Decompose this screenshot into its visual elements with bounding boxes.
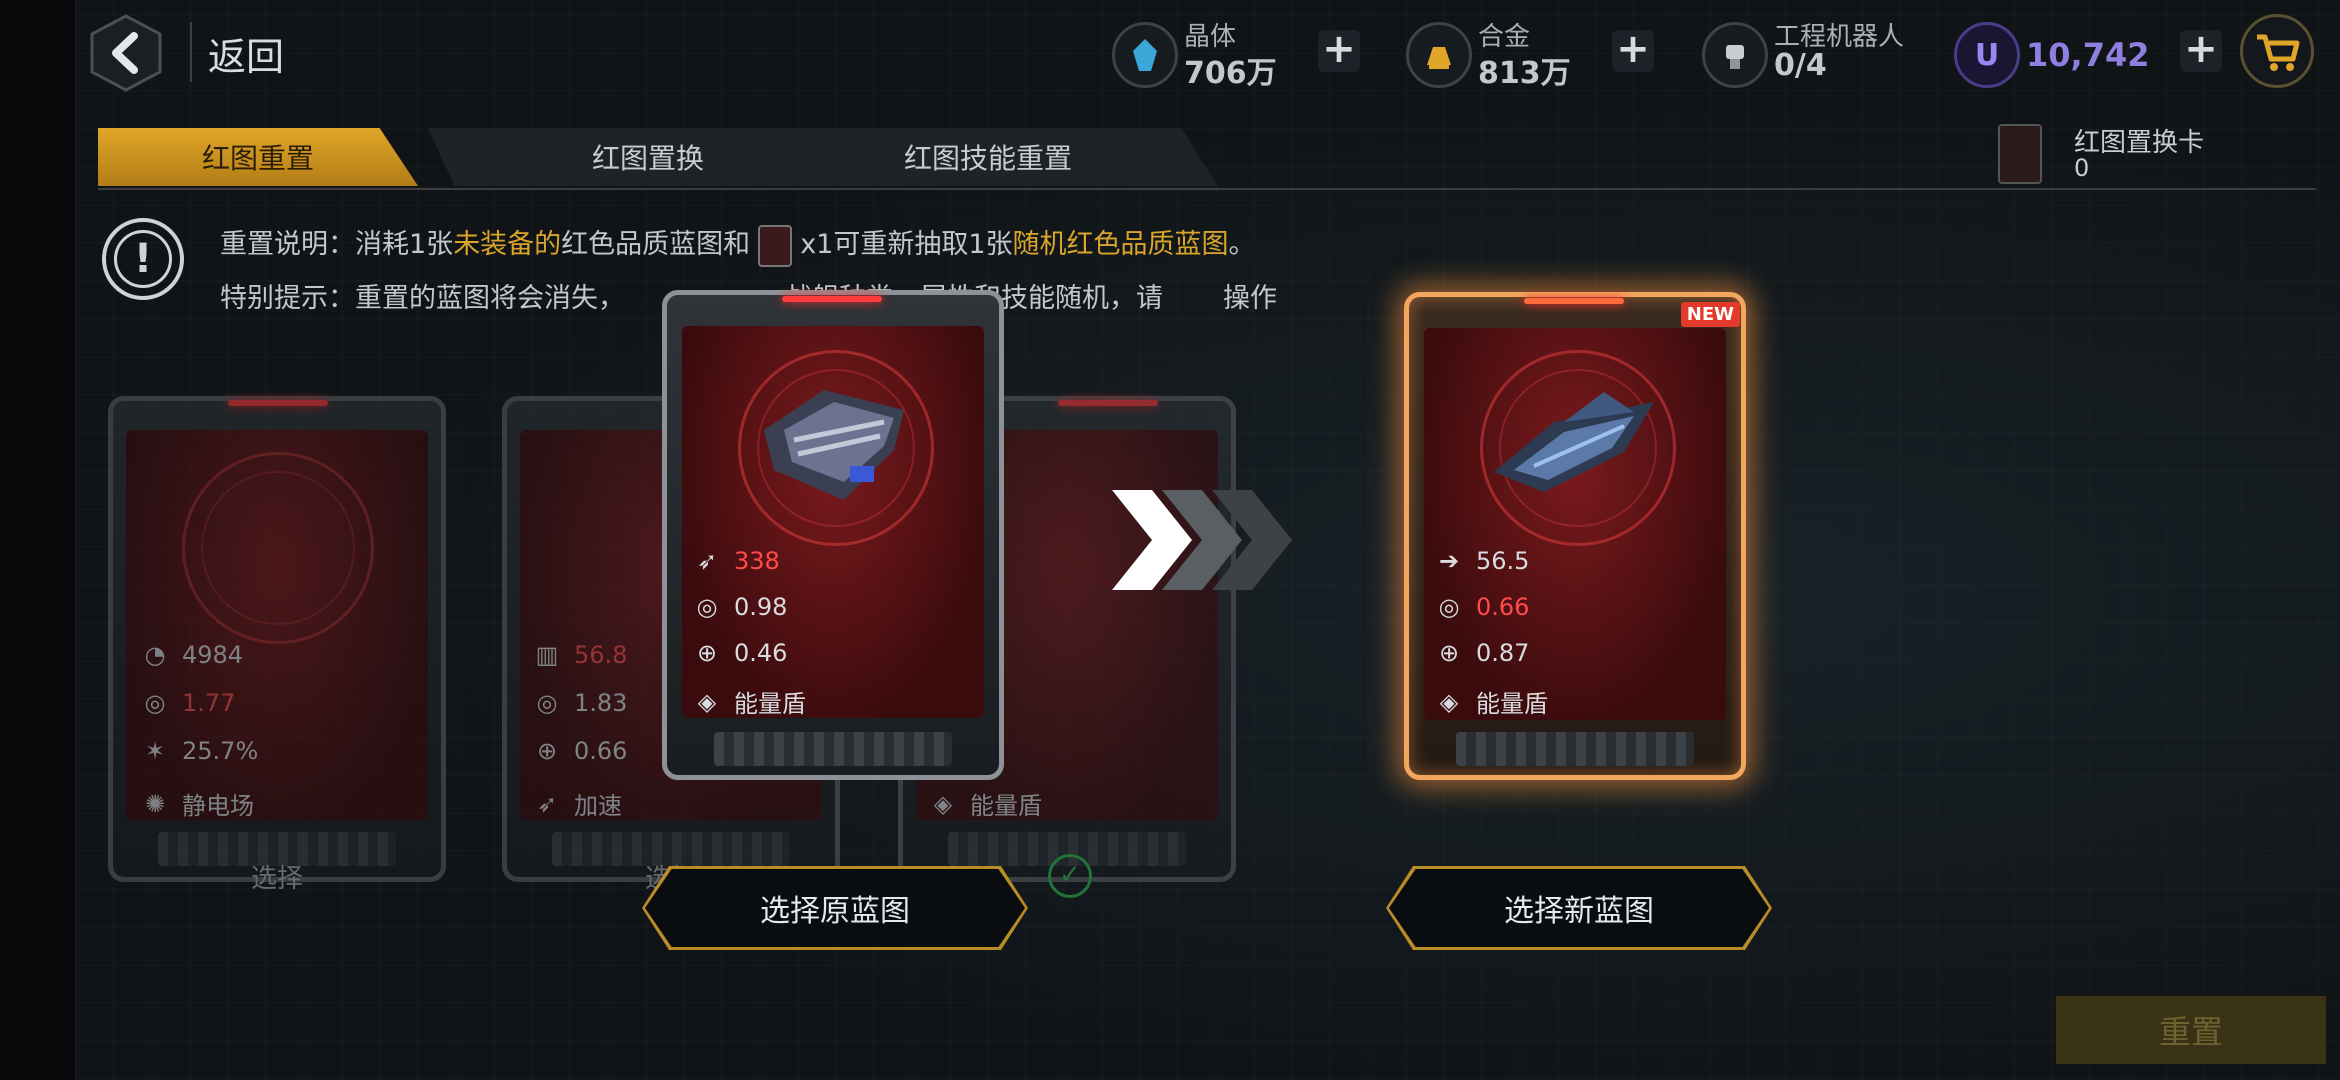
shop-cart-button[interactable] <box>2240 14 2314 88</box>
crystal-icon <box>1112 22 1178 88</box>
speed-arrow-icon: ➔ <box>1438 547 1460 575</box>
blueprint-card-bg-1[interactable]: ◔ 4984 ◎ 1.77 ✶ 25.7% ✺ 静电场 选择 <box>108 396 446 894</box>
original-blueprint-card[interactable]: ➶ 338 ◎ 0.98 ⊕ 0.46 ◈ 能量盾 <box>662 290 1004 780</box>
currency-value: 10,742 <box>2026 36 2150 74</box>
select-original-button[interactable]: 选择原蓝图 <box>642 866 1028 950</box>
back-arrow-icon <box>90 14 162 92</box>
transform-arrows-icon <box>1112 490 1292 590</box>
robot-icon <box>1702 22 1768 88</box>
rate-icon: ◎ <box>696 593 718 621</box>
target-icon: ⊕ <box>1438 639 1460 667</box>
replace-card-counter: 红图置换卡 0 <box>1998 118 2298 188</box>
topbar-divider <box>190 22 192 82</box>
back-label[interactable]: 返回 <box>208 26 284 81</box>
shield-icon: ◈ <box>1439 687 1459 716</box>
tab-red-replace[interactable]: 红图置换 <box>428 128 868 186</box>
resource-currency: U 10,742 <box>1954 14 2154 94</box>
info-icon: ! <box>102 218 184 300</box>
firepower-icon: ➶ <box>696 547 718 575</box>
warship-image <box>1494 392 1654 492</box>
cart-icon <box>2257 34 2300 71</box>
replace-card-count: 0 <box>2074 154 2090 182</box>
add-crystal-button[interactable]: + <box>1318 29 1360 72</box>
resource-alloy: 合金 813万 <box>1406 14 1606 94</box>
reset-description: 重置说明：消耗1张未装备的红色品质蓝图和 x1可重新抽取1张随机红色品质蓝图。 <box>220 222 1256 267</box>
check-icon: ✓ <box>1048 854 1092 898</box>
replace-card-label: 红图置换卡 <box>2074 128 2205 158</box>
resource-crystal: 晶体 706万 <box>1112 14 1312 94</box>
back-button[interactable] <box>90 14 162 92</box>
u-coin-icon: U <box>1954 22 2020 88</box>
target-icon: ⊕ <box>696 639 718 667</box>
shield-icon: ◈ <box>697 687 717 716</box>
resource-value: 706万 <box>1184 56 1277 91</box>
warship-image <box>764 390 904 500</box>
new-badge: NEW <box>1680 302 1740 327</box>
tab-bar: 红图技能重置 红图置换 红图重置 <box>98 128 2316 190</box>
resource-robot: 工程机器人 0/4 <box>1702 14 1952 94</box>
new-blueprint-card[interactable]: NEW ➔ 56.5 ◎ 0.66 ⊕ 0.87 ◈ 能量盾 <box>1404 292 1746 780</box>
replace-card-icon <box>1998 124 2042 184</box>
resource-value: 813万 <box>1478 56 1571 91</box>
add-alloy-button[interactable]: + <box>1612 29 1654 72</box>
add-currency-button[interactable]: + <box>2180 29 2222 72</box>
reset-button[interactable]: 重置 <box>2056 996 2326 1064</box>
rate-icon: ◎ <box>1438 593 1460 621</box>
tab-red-reset[interactable]: 红图重置 <box>98 128 418 186</box>
alloy-icon <box>1406 22 1472 88</box>
select-new-button[interactable]: 选择新蓝图 <box>1386 866 1772 950</box>
replace-card-icon <box>758 224 793 267</box>
resource-value: 0/4 <box>1774 48 1827 83</box>
